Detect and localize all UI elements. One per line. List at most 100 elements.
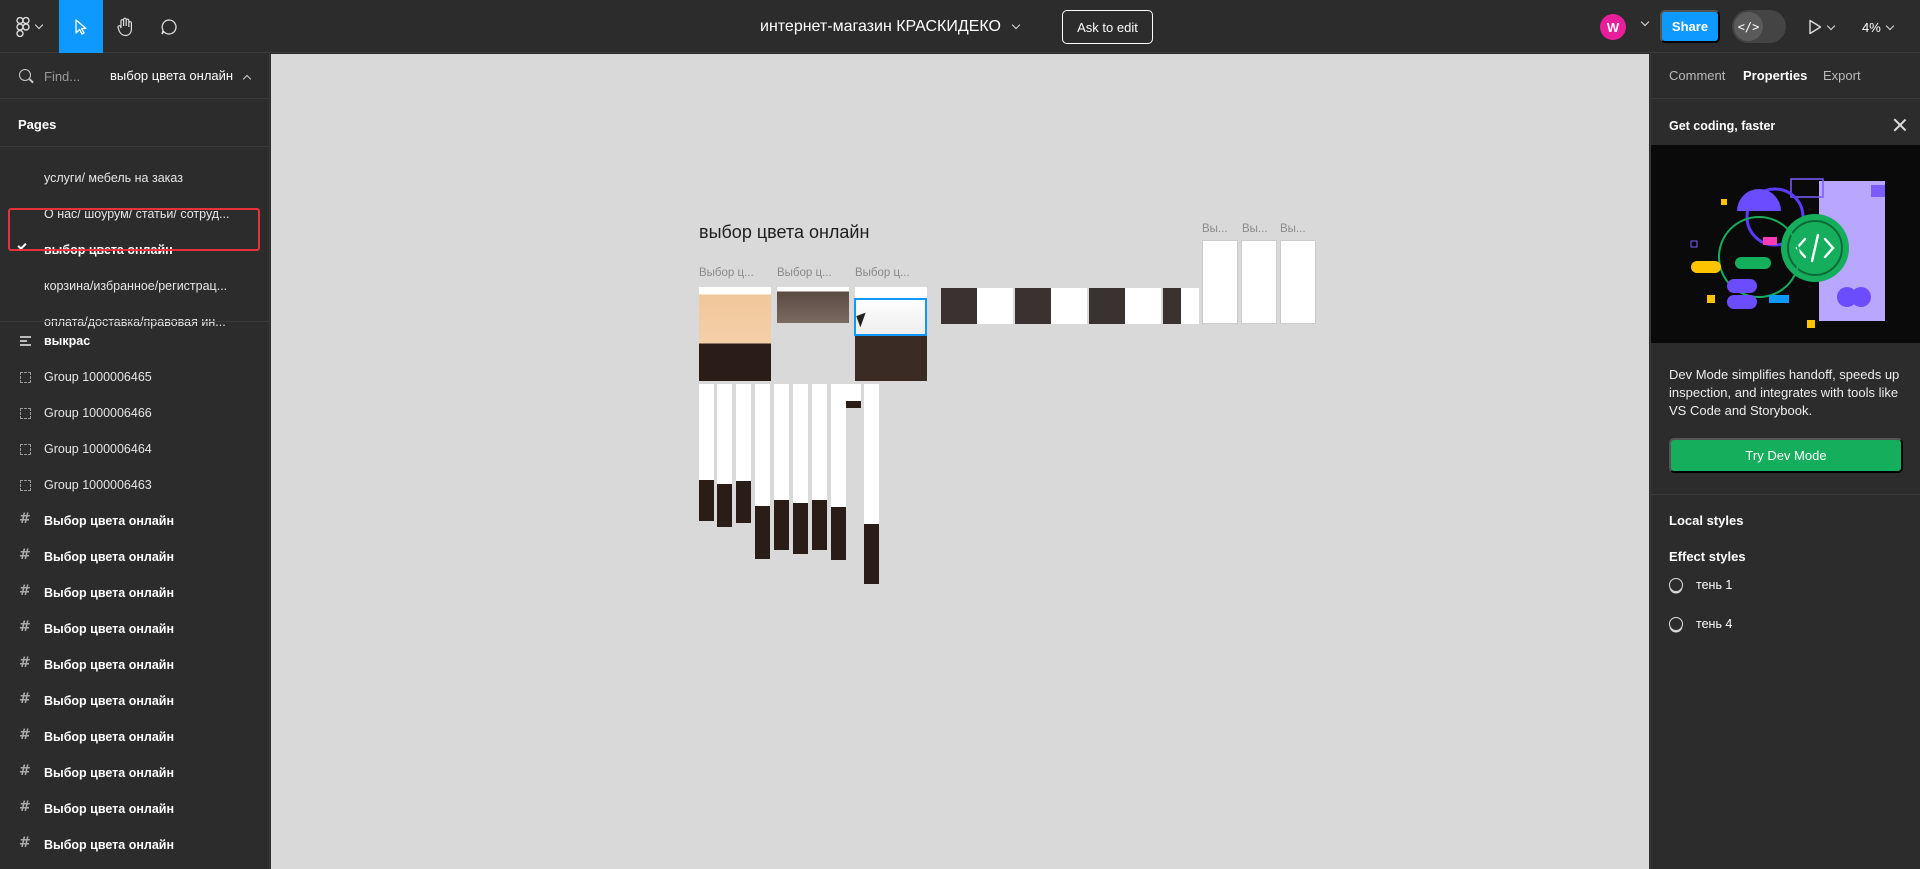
- layer-label: Выбор цвета онлайн: [44, 622, 175, 636]
- frame-thumbnail[interactable]: [699, 384, 714, 521]
- page-item[interactable]: корзина/избранное/регистрац...: [0, 268, 269, 304]
- chevron-up-icon[interactable]: [242, 74, 252, 84]
- frame-label[interactable]: Выбор ц...: [777, 267, 832, 279]
- frame-icon: #: [19, 655, 31, 671]
- layer-label: Выбор цвета онлайн: [44, 550, 175, 564]
- layer-item[interactable]: # Выбор цвета онлайн: [0, 827, 269, 863]
- effect-style-item[interactable]: тень 4: [1669, 612, 1732, 636]
- frame-thumbnail[interactable]: [864, 384, 879, 584]
- try-dev-mode-button[interactable]: Try Dev Mode: [1669, 438, 1903, 473]
- effect-style-item[interactable]: тень 1: [1669, 573, 1732, 597]
- layer-item[interactable]: Group 1000006465: [0, 359, 269, 395]
- divider: [0, 146, 269, 147]
- layer-item[interactable]: Group 1000006466: [0, 395, 269, 431]
- layer-item[interactable]: # Выбор цвета онлайн: [0, 683, 269, 719]
- frame-thumbnail[interactable]: [793, 384, 808, 554]
- frame-thumbnail[interactable]: [736, 384, 751, 523]
- layer-label: выкрас: [44, 334, 91, 348]
- section-title[interactable]: выбор цвета онлайн: [699, 222, 869, 243]
- layer-item[interactable]: Group 1000006464: [0, 431, 269, 467]
- dev-mode-toggle[interactable]: </>: [1732, 10, 1786, 43]
- frame-thumbnail[interactable]: [1163, 288, 1199, 324]
- panel-tabs: Comment Properties Export: [1651, 54, 1920, 99]
- search-input[interactable]: [44, 66, 104, 86]
- search-icon: [19, 69, 31, 81]
- tab-comment[interactable]: Comment: [1669, 68, 1725, 83]
- layer-item[interactable]: Group 1000006463: [0, 467, 269, 503]
- page-item[interactable]: услуги/ мебель на заказ: [0, 160, 269, 196]
- local-styles-header: Local styles: [1669, 513, 1744, 528]
- frame-thumbnail[interactable]: [1202, 240, 1238, 324]
- frame-label[interactable]: Выбор ц...: [699, 267, 754, 279]
- chevron-down-icon[interactable]: [1640, 17, 1650, 27]
- frame-icon: #: [19, 763, 31, 779]
- frame-thumbnail[interactable]: [755, 384, 770, 559]
- tab-export[interactable]: Export: [1823, 68, 1861, 83]
- frame-thumbnail[interactable]: [774, 384, 789, 550]
- layer-item[interactable]: # Выбор цвета онлайн: [0, 755, 269, 791]
- frame-thumbnail[interactable]: [1241, 240, 1277, 324]
- hand-tool-button[interactable]: [103, 0, 147, 53]
- frame-footer: [831, 507, 846, 560]
- frame-icon: #: [19, 691, 31, 707]
- effect-styles-header: Effect styles: [1669, 549, 1746, 564]
- frame-thumbnail[interactable]: [717, 384, 732, 527]
- move-tool-button[interactable]: [59, 0, 103, 53]
- layer-label: Выбор цвета онлайн: [44, 586, 175, 600]
- zoom-level: 4%: [1862, 19, 1881, 35]
- frame-thumbnail[interactable]: [846, 384, 861, 408]
- layer-item[interactable]: # Выбор цвета онлайн: [0, 719, 269, 755]
- layer-item[interactable]: # Выбор цвета онлайн: [0, 647, 269, 683]
- layer-item[interactable]: выкрас: [0, 323, 269, 359]
- main-menu-button[interactable]: [0, 0, 58, 53]
- frame-label[interactable]: Выбор ц...: [855, 267, 910, 279]
- page-label: услуги/ мебель на заказ: [44, 171, 183, 185]
- frame-label[interactable]: Вы...: [1242, 223, 1268, 235]
- layer-label: Group 1000006465: [44, 370, 152, 384]
- frame-thumbnail[interactable]: [1089, 288, 1161, 324]
- canvas[interactable]: выбор цвета онлайн Выбор ц... Выбор ц...…: [271, 54, 1649, 869]
- share-button[interactable]: Share: [1660, 10, 1720, 43]
- avatar[interactable]: W: [1600, 14, 1626, 40]
- group-icon: [20, 444, 31, 455]
- tab-properties[interactable]: Properties: [1743, 68, 1807, 83]
- frame-thumbnail[interactable]: [699, 287, 771, 381]
- cursor-arrow-icon: [75, 18, 87, 35]
- layer-label: Group 1000006466: [44, 406, 152, 420]
- layer-item[interactable]: # Выбор цвета онлайн: [0, 503, 269, 539]
- layer-item[interactable]: # Выбор цвета онлайн: [0, 575, 269, 611]
- frame-thumbnail[interactable]: [831, 384, 846, 560]
- frame-thumbnail[interactable]: [941, 288, 1013, 324]
- layers-search-row: выбор цвета онлайн: [0, 54, 269, 99]
- frame-footer: [755, 506, 770, 559]
- layer-item[interactable]: # Выбор цвета онлайн: [0, 539, 269, 575]
- drop-shadow-icon: [1669, 617, 1683, 631]
- layer-label: Выбор цвета онлайн: [44, 766, 175, 780]
- frame-thumbnail[interactable]: [812, 384, 827, 550]
- present-button[interactable]: [1808, 14, 1836, 40]
- layer-label: Выбор цвета онлайн: [44, 514, 175, 528]
- close-icon[interactable]: [1893, 118, 1907, 132]
- ask-to-edit-button[interactable]: Ask to edit: [1062, 10, 1153, 44]
- layer-item[interactable]: # Выбор цвета онлайн: [0, 791, 269, 827]
- current-page-selector[interactable]: выбор цвета онлайн: [110, 68, 233, 83]
- document-title[interactable]: интернет-магазин КРАСКИДЕКО: [760, 0, 1021, 53]
- zoom-menu[interactable]: 4%: [1862, 14, 1895, 40]
- frame-thumbnail[interactable]: [1015, 288, 1087, 324]
- frame-footer: [793, 503, 808, 554]
- document-title-text: интернет-магазин КРАСКИДЕКО: [760, 17, 1001, 35]
- frame-footer: [717, 484, 732, 527]
- right-panel: Comment Properties Export Get coding, fa…: [1650, 54, 1920, 869]
- frame-label[interactable]: Вы...: [1202, 223, 1228, 235]
- frame-thumbnail[interactable]: [777, 287, 849, 323]
- frame-icon: #: [19, 547, 31, 563]
- drop-shadow-icon: [1669, 578, 1683, 592]
- figma-logo-icon: [16, 16, 30, 37]
- layer-item[interactable]: # Выбор цвета онлайн: [0, 611, 269, 647]
- frame-icon: #: [19, 727, 31, 743]
- comment-tool-button[interactable]: [147, 0, 191, 53]
- divider: [1651, 494, 1920, 495]
- frame-thumbnail[interactable]: [1280, 240, 1316, 324]
- layer-label: Выбор цвета онлайн: [44, 802, 175, 816]
- frame-label[interactable]: Вы...: [1280, 223, 1306, 235]
